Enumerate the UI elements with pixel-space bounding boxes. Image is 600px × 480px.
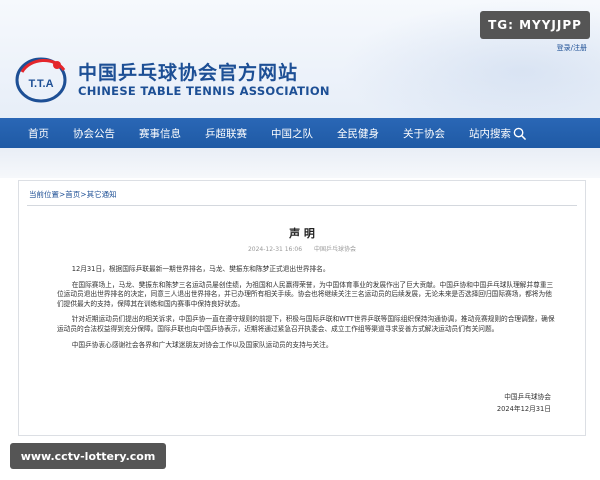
breadcrumb-home[interactable]: 首页 xyxy=(65,190,80,199)
watermark-overlay-top: TG: MYYJJPP xyxy=(480,11,590,39)
article-paragraph: 在国际赛场上，马龙、樊振东和陈梦三名运动员屡创佳绩，为祖国和人民赢得荣誉，为中国… xyxy=(57,280,554,308)
ctta-logo-icon[interactable]: T.T.A xyxy=(14,54,70,104)
article-container: 当前位置>首页>其它通知 声 明 2024-12-31 16:06 中国乒乓球协会… xyxy=(18,180,586,436)
breadcrumb-divider xyxy=(27,205,577,206)
article-body: 12月31日，根据国际乒联最新一期世界排名，马龙、樊振东和陈梦正式退出世界排名。… xyxy=(57,265,555,356)
nav-item-announcements[interactable]: 协会公告 xyxy=(61,118,127,148)
nav-item-about[interactable]: 关于协会 xyxy=(391,118,457,148)
nav-item-site-search[interactable]: 站内搜索 xyxy=(457,118,538,148)
article-meta: 2024-12-31 16:06 中国乒乓球协会 xyxy=(19,244,585,253)
signature-org: 中国乒乓球协会 xyxy=(504,393,551,401)
nav-item-events[interactable]: 赛事信息 xyxy=(127,118,193,148)
article-source: 中国乒乓球协会 xyxy=(314,246,357,253)
site-title[interactable]: 中国乒乓球协会官方网站 xyxy=(78,58,298,85)
main-nav: 首页 协会公告 赛事信息 乒超联赛 中国之队 全民健身 关于协会 站内搜索 xyxy=(0,118,600,148)
breadcrumb: 当前位置>首页>其它通知 xyxy=(29,189,117,200)
article-date: 2024-12-31 16:06 xyxy=(247,246,303,253)
nav-item-national-team[interactable]: 中国之队 xyxy=(259,118,325,148)
search-icon[interactable] xyxy=(513,127,526,140)
site-subtitle: CHINESE TABLE TENNIS ASSOCIATION xyxy=(78,84,330,98)
nav-shadow-band xyxy=(0,148,600,178)
breadcrumb-prefix: 当前位置> xyxy=(29,190,66,199)
watermark-overlay-bottom: www.cctv-lottery.com xyxy=(10,443,166,469)
nav-search-label: 站内搜索 xyxy=(469,127,511,140)
article-title: 声 明 xyxy=(289,227,315,240)
article-paragraph: 针对近期运动员们提出的相关诉求，中国乒协一直在遵守规则的前提下，积极与国际乒联和… xyxy=(57,315,555,333)
nav-item-home[interactable]: 首页 xyxy=(0,118,61,148)
logo-text: T.T.A xyxy=(28,78,53,90)
article-paragraph: 中国乒协衷心感谢社会各界和广大球迷朋友对协会工作以及国家队运动员的支持与关注。 xyxy=(71,340,333,349)
signature-date: 2024年12月31日 xyxy=(496,405,551,413)
article-signature: 中国乒乓球协会 2024年12月31日 xyxy=(391,391,551,415)
breadcrumb-current[interactable]: 其它通知 xyxy=(87,190,117,199)
nav-item-fitness[interactable]: 全民健身 xyxy=(325,118,391,148)
nav-item-super-league[interactable]: 乒超联赛 xyxy=(193,118,259,148)
login-register-link[interactable]: 登录/注册 xyxy=(557,43,587,53)
article-paragraph: 12月31日，根据国际乒联最新一期世界排名，马龙、樊振东和陈梦正式退出世界排名。 xyxy=(71,265,330,273)
